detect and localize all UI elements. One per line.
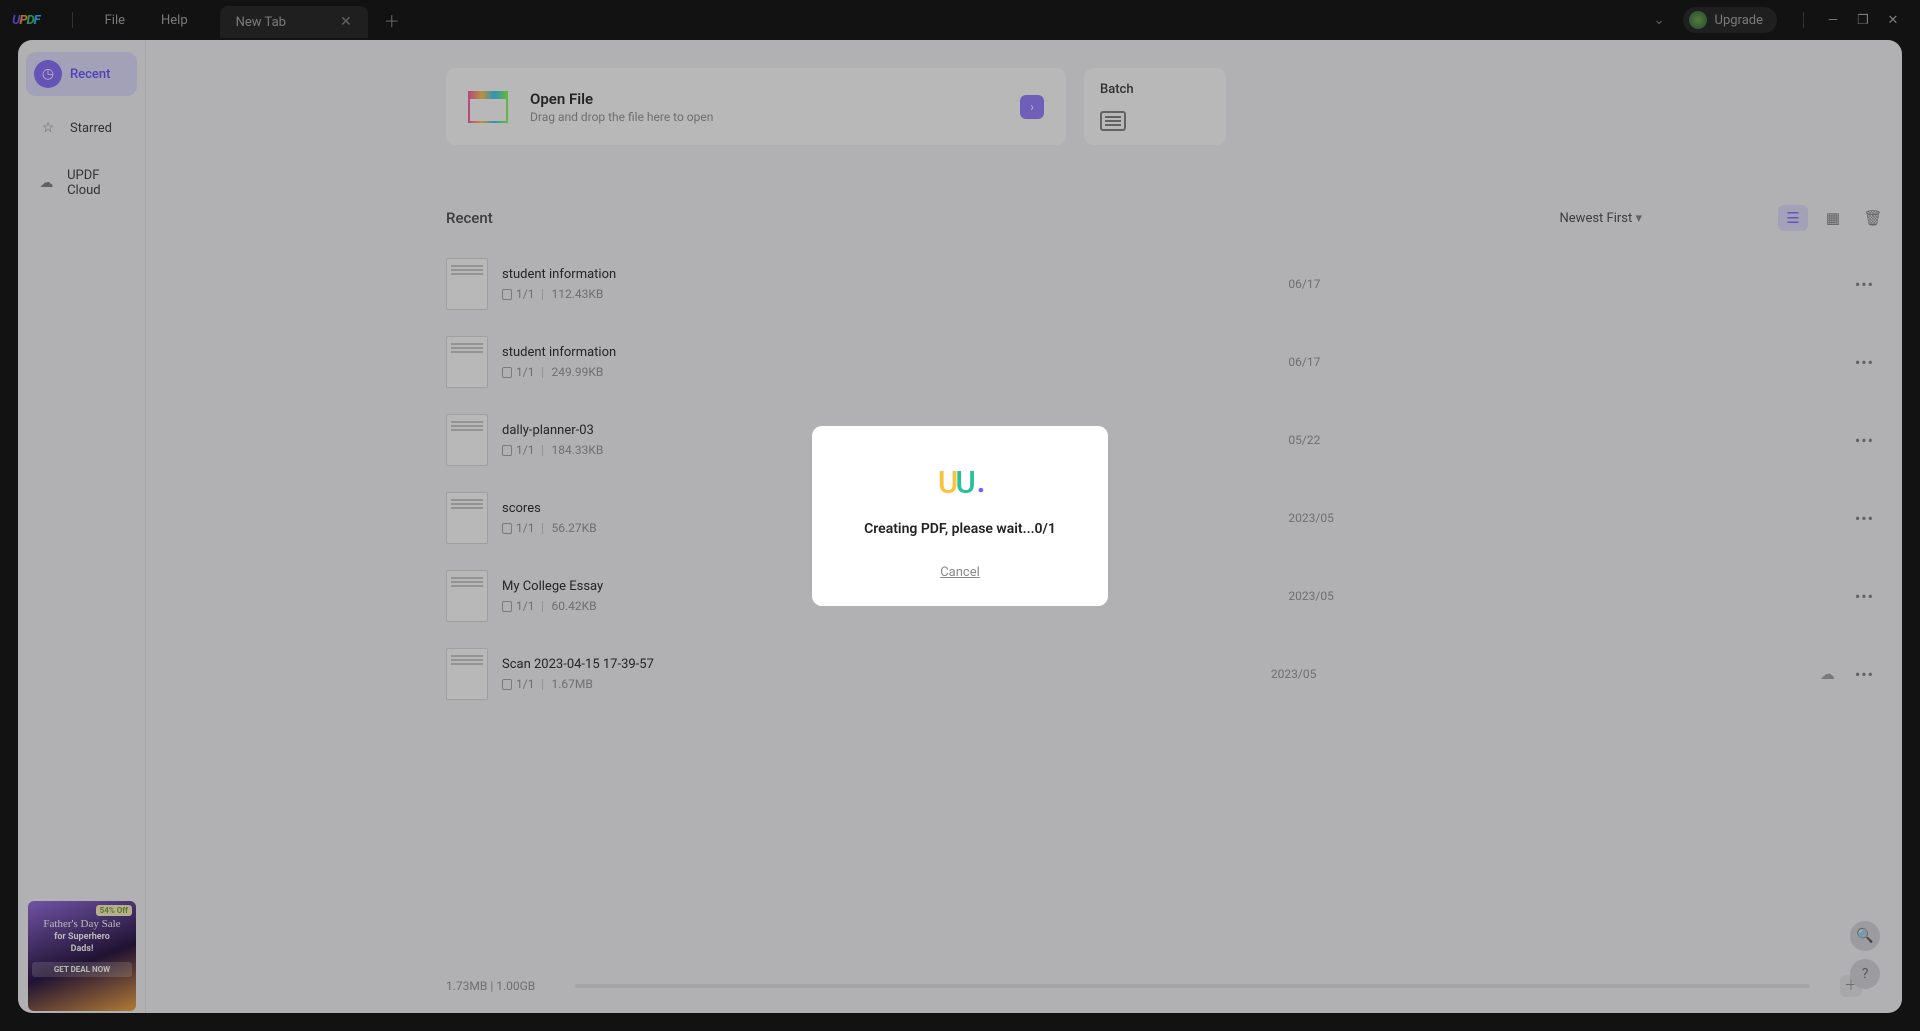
loading-logo-icon: ᑌᑌ .: [832, 466, 1088, 499]
cancel-button[interactable]: Cancel: [832, 565, 1088, 580]
modal-message: Creating PDF, please wait...0/1: [832, 521, 1088, 537]
creating-pdf-modal: ᑌᑌ . Creating PDF, please wait...0/1 Can…: [812, 426, 1108, 606]
modal-overlay: ᑌᑌ . Creating PDF, please wait...0/1 Can…: [0, 0, 1920, 1031]
